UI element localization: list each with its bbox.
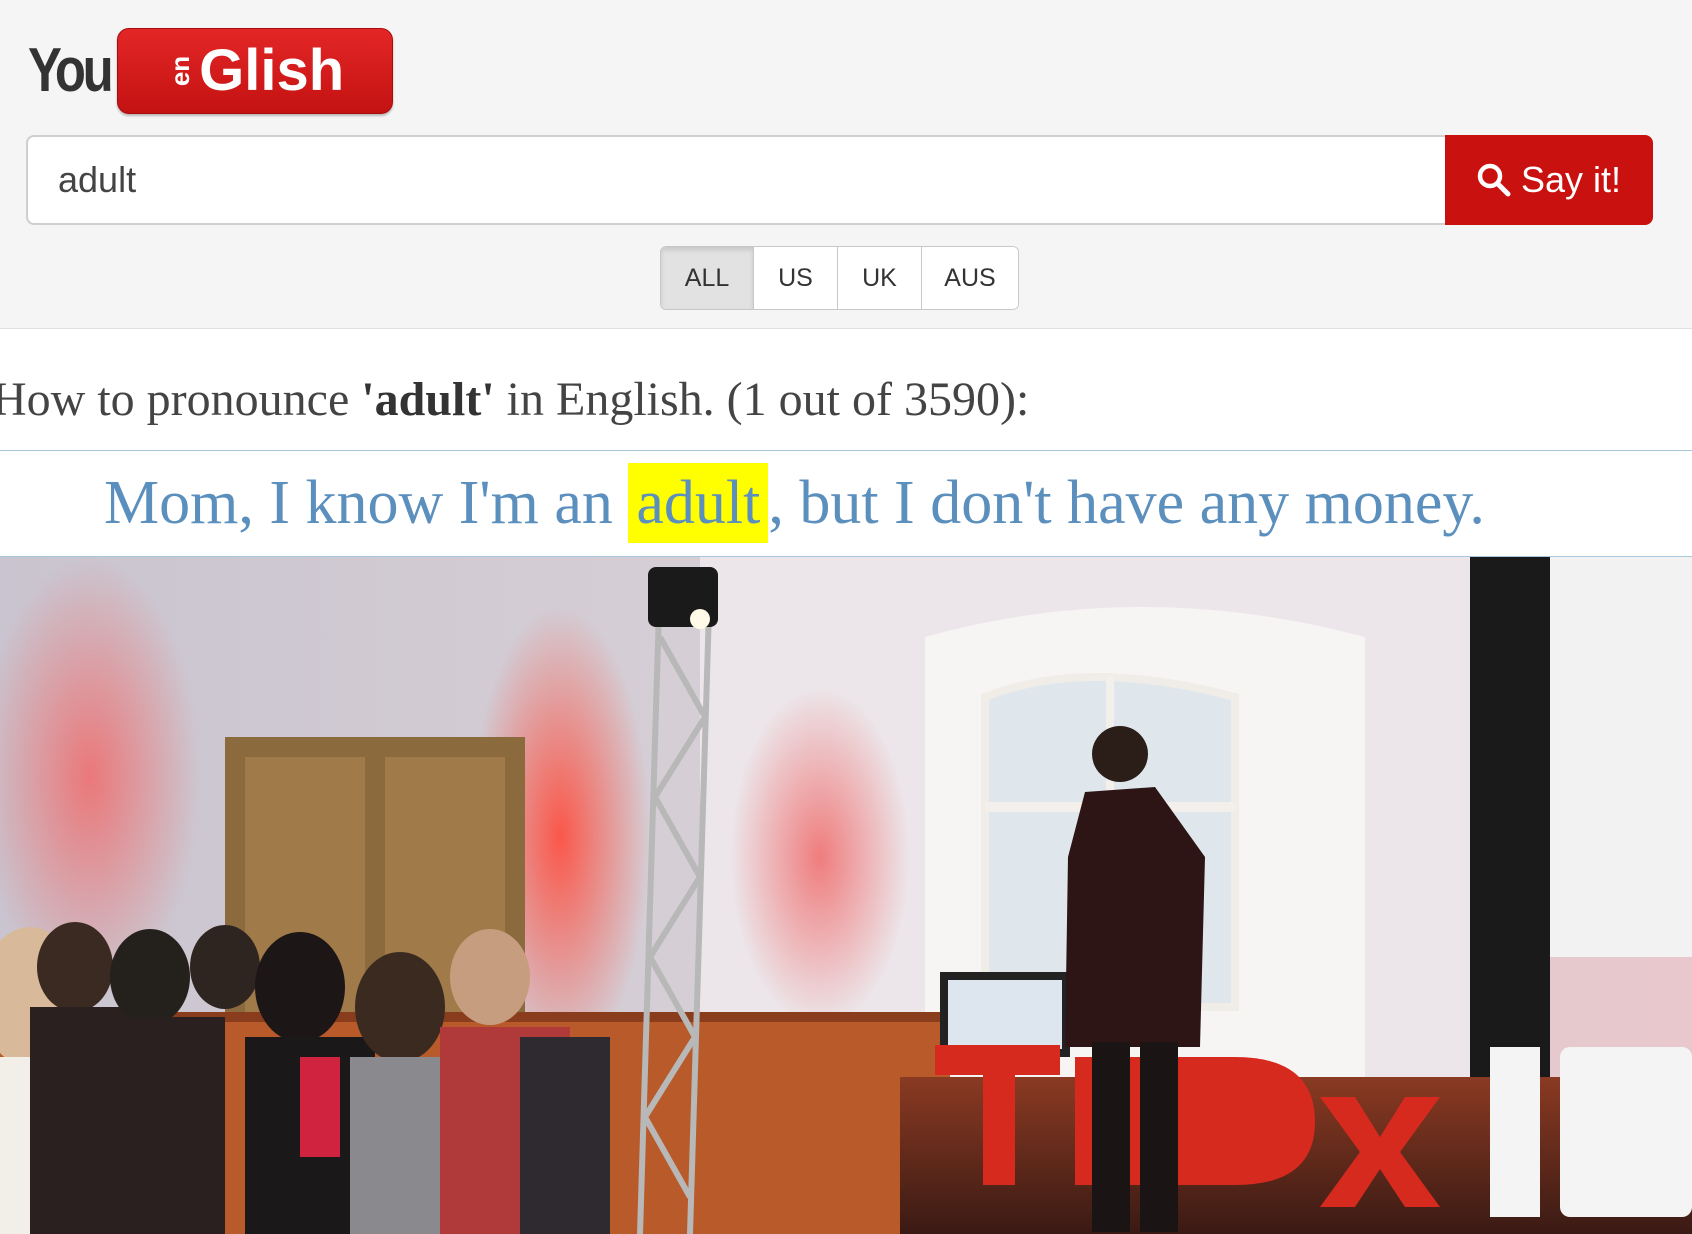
video-player[interactable] (0, 557, 1692, 1234)
caption-bar: Mom, I know I'm an adult, but I don't ha… (0, 450, 1692, 557)
search-icon (1477, 163, 1511, 197)
logo-you-text: You (28, 36, 114, 105)
youglish-logo[interactable]: You en Glish (28, 28, 393, 114)
heading-prefix: How to pronounce (0, 373, 362, 426)
video-frame (0, 557, 1692, 1234)
caption-after: , but I don't have any money. (768, 469, 1485, 537)
search-bar: Say it! (26, 135, 1653, 225)
accent-tab-aus[interactable]: AUS (922, 247, 1018, 309)
results-heading: How to pronounce 'adult' in English. (1 … (0, 372, 1029, 427)
heading-suffix: in English. (1 out of 3590): (494, 373, 1030, 426)
caption-before: Mom, I know I'm an (104, 469, 629, 537)
accent-tab-us[interactable]: US (754, 247, 838, 309)
say-it-button[interactable]: Say it! (1445, 135, 1653, 225)
say-it-label: Say it! (1520, 159, 1622, 200)
caption-highlight-word[interactable]: adult (628, 463, 769, 543)
logo-en-text: en (164, 55, 195, 87)
logo-glish-text: Glish (199, 38, 345, 103)
accent-filter: ALL US UK AUS (660, 246, 1019, 310)
page: You en Glish Say it! ALL US UK (0, 0, 1692, 1234)
accent-tab-all[interactable]: ALL (661, 247, 754, 309)
header: You en Glish Say it! ALL US UK (0, 0, 1692, 329)
accent-tab-uk[interactable]: UK (838, 247, 922, 309)
search-input[interactable] (26, 135, 1445, 225)
caption-text: Mom, I know I'm an adult, but I don't ha… (104, 463, 1485, 543)
heading-word: 'adult' (361, 373, 495, 426)
logo-badge: en Glish (116, 28, 393, 114)
